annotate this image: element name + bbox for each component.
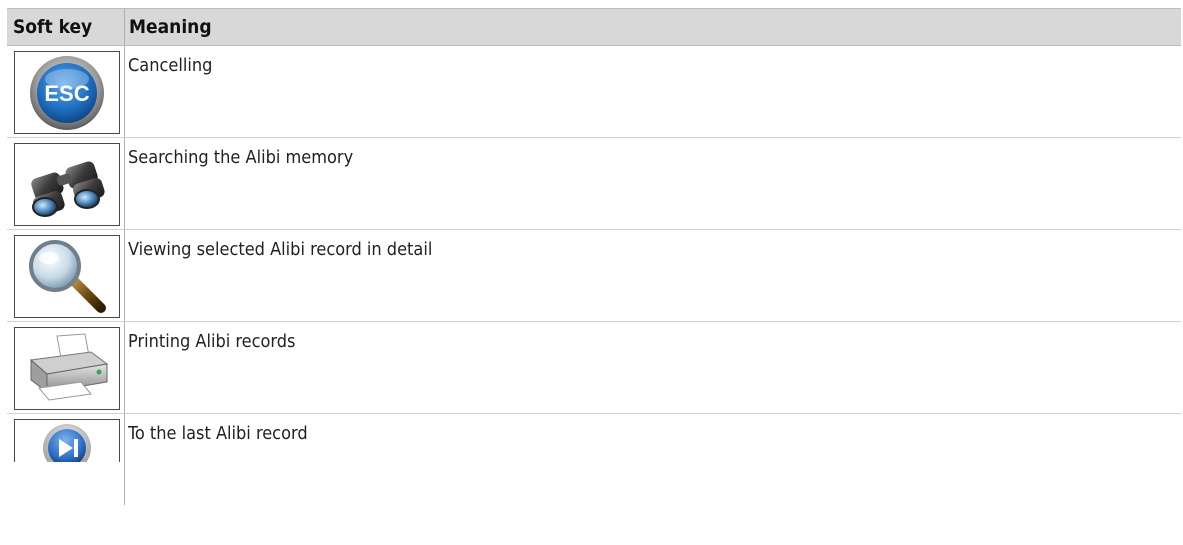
view-detail-button[interactable] [14,235,120,318]
softkey-table: Soft key Meaning ESC Cancelling Searchin… [7,8,1181,505]
table-row: ESC Cancelling [7,46,1181,138]
skip-to-end-icon [43,424,91,462]
soft-key-cell [7,138,125,229]
meaning-text: Cancelling [128,55,213,76]
table-row: Searching the Alibi memory [7,138,1181,230]
soft-key-cell [7,230,125,321]
soft-key-cell: ESC [7,46,125,137]
header-meaning: Meaning [129,16,212,38]
magnifier-icon [29,239,106,313]
table-header: Soft key Meaning [7,8,1181,46]
table-row: Printing Alibi records [7,322,1181,414]
esc-icon: ESC [30,55,104,130]
search-button[interactable] [14,143,120,226]
binoculars-icon [31,160,105,217]
esc-button[interactable]: ESC [14,51,120,134]
svg-text:ESC: ESC [44,81,89,106]
print-button[interactable] [14,327,120,410]
soft-key-cell [7,414,125,505]
header-soft-key: Soft key [7,9,125,45]
last-record-button[interactable] [14,419,120,462]
meaning-text: To the last Alibi record [128,423,308,444]
soft-key-cell [7,322,125,413]
meaning-text: Printing Alibi records [128,331,296,352]
meaning-text: Searching the Alibi memory [128,147,354,168]
meaning-text: Viewing selected Alibi record in detail [128,239,433,260]
table-row: To the last Alibi record [7,414,1181,505]
table-row: Viewing selected Alibi record in detail [7,230,1181,322]
printer-icon [29,332,109,401]
